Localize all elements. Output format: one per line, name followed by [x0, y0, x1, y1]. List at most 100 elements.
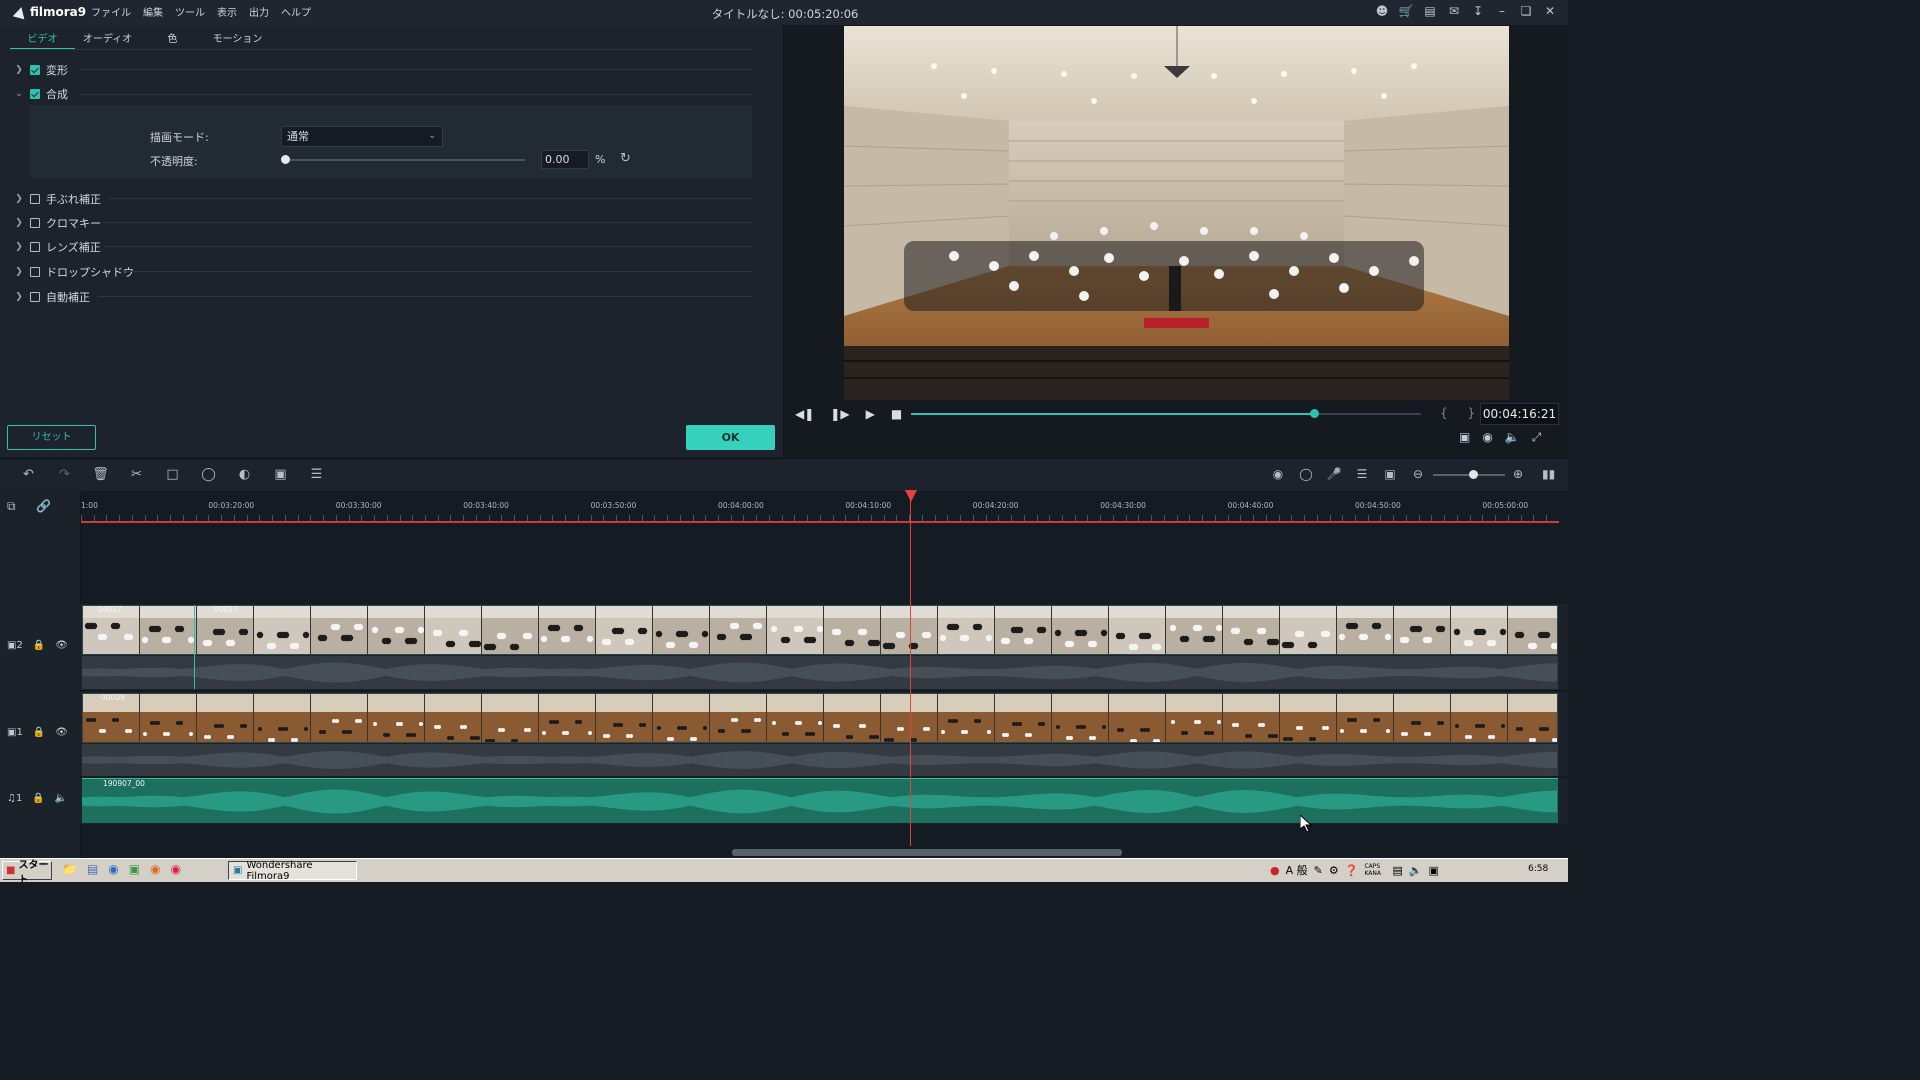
minimize-icon[interactable]: –	[1494, 4, 1510, 18]
chrome-icon[interactable]: ◉	[171, 862, 181, 876]
chevron-right-icon[interactable]: ❯	[14, 267, 24, 277]
fullscreen-icon[interactable]: ⤢	[1532, 430, 1542, 445]
speed-icon[interactable]: ◯	[200, 467, 217, 482]
menu-edit[interactable]: 編集	[143, 4, 163, 19]
opacity-input[interactable]: 0.00	[541, 150, 589, 169]
green-screen-icon[interactable]: ▣	[272, 467, 289, 482]
opacity-slider-handle[interactable]	[281, 155, 290, 164]
chroma-key-checkbox[interactable]	[30, 218, 40, 228]
section-lens-correction[interactable]: ❯ レンズ補正	[14, 238, 101, 256]
video-clip-track-2[interactable]	[82, 605, 1558, 655]
opacity-slider-track[interactable]	[285, 159, 525, 161]
volume-tray-icon[interactable]: 🔈	[1409, 864, 1423, 877]
zoom-in-icon[interactable]: ⊕	[1513, 467, 1523, 481]
clip-audio-waveform-track-2[interactable]	[82, 656, 1558, 689]
speaker-icon[interactable]: 🔈	[55, 793, 67, 804]
redo-icon[interactable]: ↷	[56, 467, 73, 482]
drop-shadow-checkbox[interactable]	[30, 267, 40, 277]
tool-icon[interactable]: ⚙	[1329, 864, 1339, 877]
start-button[interactable]: ■ スタート	[2, 860, 52, 886]
network-icon[interactable]: ▤	[1392, 864, 1402, 877]
display-settings-icon[interactable]: ▣	[1459, 430, 1470, 445]
reset-button[interactable]: リセット	[7, 425, 96, 450]
section-composite[interactable]: ⌄ 合成	[14, 85, 68, 103]
delete-icon[interactable]: 🗑	[92, 467, 109, 482]
lock-icon[interactable]: 🔒	[33, 640, 45, 651]
document-icon[interactable]: ▤	[87, 862, 98, 876]
shield-icon[interactable]: ▣	[1429, 864, 1439, 877]
add-track-icon[interactable]: ⧉	[7, 499, 16, 514]
save-icon[interactable]: ▤	[1422, 4, 1438, 18]
tab-color[interactable]: 色	[140, 33, 205, 50]
video-preview[interactable]	[844, 26, 1509, 400]
section-drop-shadow[interactable]: ❯ ドロップシャドウ	[14, 263, 134, 281]
menu-export[interactable]: 出力	[249, 4, 269, 19]
undo-icon[interactable]: ↶	[20, 467, 37, 482]
microphone-icon[interactable]: 🎤	[1326, 467, 1342, 481]
playhead-handle[interactable]	[905, 490, 917, 502]
menu-help[interactable]: ヘルプ	[281, 4, 311, 19]
help-icon[interactable]: ❓	[1345, 864, 1359, 877]
snap-icon[interactable]: ▣	[1382, 467, 1398, 481]
marker-icon[interactable]: ◯	[1298, 467, 1314, 481]
next-frame-icon[interactable]: ❚▶	[830, 407, 849, 421]
audio-clip-track-1[interactable]	[82, 778, 1558, 823]
section-stabilization[interactable]: ❯ 手ぶれ補正	[14, 190, 101, 208]
chevron-right-icon[interactable]: ❯	[14, 65, 24, 75]
tab-motion[interactable]: モーション	[205, 33, 270, 50]
color-icon[interactable]: ◐	[236, 467, 253, 482]
ok-button[interactable]: OK	[686, 425, 775, 450]
tab-audio[interactable]: オーディオ	[75, 33, 140, 50]
cut-icon[interactable]: ✂	[128, 467, 145, 482]
chevron-right-icon[interactable]: ❯	[14, 242, 24, 252]
taskbar-item-filmora[interactable]: ▣ Wondershare Filmora9	[228, 860, 357, 882]
folder-icon[interactable]: 📁	[62, 862, 77, 876]
section-transform[interactable]: ❯ 変形	[14, 61, 68, 79]
reset-opacity-icon[interactable]: ↻	[620, 151, 631, 166]
eye-icon[interactable]: 👁	[55, 727, 68, 738]
tab-video[interactable]: ビデオ	[10, 33, 75, 50]
lock-icon[interactable]: 🔒	[33, 727, 45, 738]
mixer-icon[interactable]: ☰	[1354, 467, 1370, 481]
firefox-icon[interactable]: ◉	[150, 862, 160, 876]
section-auto-enhance[interactable]: ❯ 自動補正	[14, 288, 90, 306]
play-icon[interactable]: ▶	[866, 407, 875, 421]
cart-icon[interactable]: 🛒	[1398, 4, 1414, 18]
close-icon[interactable]: ✕	[1542, 4, 1558, 18]
stabilization-checkbox[interactable]	[30, 194, 40, 204]
ime-tool-icon[interactable]: ✎	[1314, 864, 1323, 877]
ime-indicator[interactable]: A 般	[1286, 862, 1308, 878]
timeline-scrollbar-thumb[interactable]	[732, 849, 1122, 856]
browser-icon[interactable]: ◉	[108, 862, 118, 876]
section-chroma-key[interactable]: ❯ クロマキー	[14, 214, 101, 232]
stop-icon[interactable]: ■	[891, 407, 902, 421]
security-icon[interactable]: ●	[1270, 864, 1280, 877]
snapshot-icon[interactable]: ◉	[1482, 430, 1492, 445]
eye-icon[interactable]: 👁	[55, 640, 68, 651]
blend-mode-select[interactable]: 通常 ⌄	[281, 126, 443, 147]
link-icon[interactable]: 🔗	[36, 499, 51, 513]
lock-icon[interactable]: 🔒	[32, 793, 44, 804]
transform-checkbox[interactable]	[30, 65, 40, 75]
auto-enhance-checkbox[interactable]	[30, 292, 40, 302]
menu-view[interactable]: 表示	[217, 4, 237, 19]
menu-tools[interactable]: ツール	[175, 4, 205, 19]
composite-checkbox[interactable]	[30, 89, 40, 99]
lens-correction-checkbox[interactable]	[30, 242, 40, 252]
zoom-out-icon[interactable]: ⊖	[1410, 467, 1426, 481]
chevron-right-icon[interactable]: ❯	[14, 194, 24, 204]
chevron-right-icon[interactable]: ❯	[14, 292, 24, 302]
chevron-down-icon[interactable]: ⌄	[14, 89, 24, 99]
volume-icon[interactable]: 🔈	[1505, 430, 1520, 445]
maximize-icon[interactable]: ❏	[1518, 4, 1534, 18]
adjust-icon[interactable]: ☰	[308, 467, 325, 482]
clip-audio-waveform-track-1[interactable]	[82, 744, 1558, 776]
chevron-right-icon[interactable]: ❯	[14, 218, 24, 228]
account-icon[interactable]: ☻	[1374, 4, 1390, 18]
app-icon[interactable]: ▣	[129, 862, 140, 876]
download-icon[interactable]: ↧	[1470, 4, 1486, 18]
render-icon[interactable]: ◉	[1270, 467, 1286, 481]
video-clip-track-1[interactable]	[82, 693, 1558, 743]
in-out-marks[interactable]: { }	[1440, 406, 1483, 420]
mail-icon[interactable]: ✉	[1446, 4, 1462, 18]
